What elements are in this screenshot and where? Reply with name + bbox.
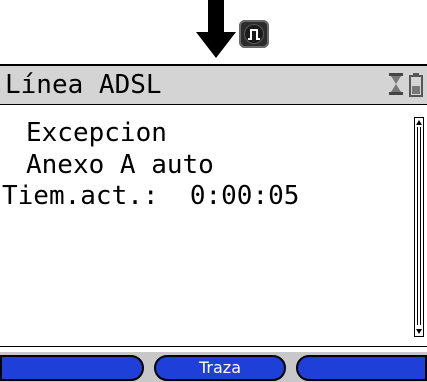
screen-content: Excepcion Anexo A auto Tiem.act.: 0:00:0… [0,105,412,329]
softkey-left[interactable] [0,355,144,381]
active-time-line: Tiem.act.: 0:00:05 [2,181,300,211]
device-screen: Línea ADSL Excepcion Anexo A auto Tiem.a… [0,64,427,382]
annex-line: Anexo A auto [26,150,214,180]
scroll-thumb[interactable] [417,127,421,325]
title-bar: Línea ADSL [0,66,427,105]
battery-icon [409,73,423,97]
status-line: Excepcion [26,118,167,148]
softkey-bar: Traza [0,352,427,382]
softkey-right[interactable] [296,355,427,381]
divider [0,346,427,347]
screen-title: Línea ADSL [5,70,162,100]
down-arrow-icon [196,0,236,58]
scroll-down-arrow-icon[interactable] [416,329,422,334]
softkey-trace[interactable]: Traza [154,355,286,381]
pulse-key-icon [248,29,260,40]
scroll-up-arrow-icon[interactable] [416,120,422,125]
scrollbar[interactable] [414,117,424,337]
pulse-key-button[interactable] [239,20,269,48]
hourglass-icon [389,73,403,95]
